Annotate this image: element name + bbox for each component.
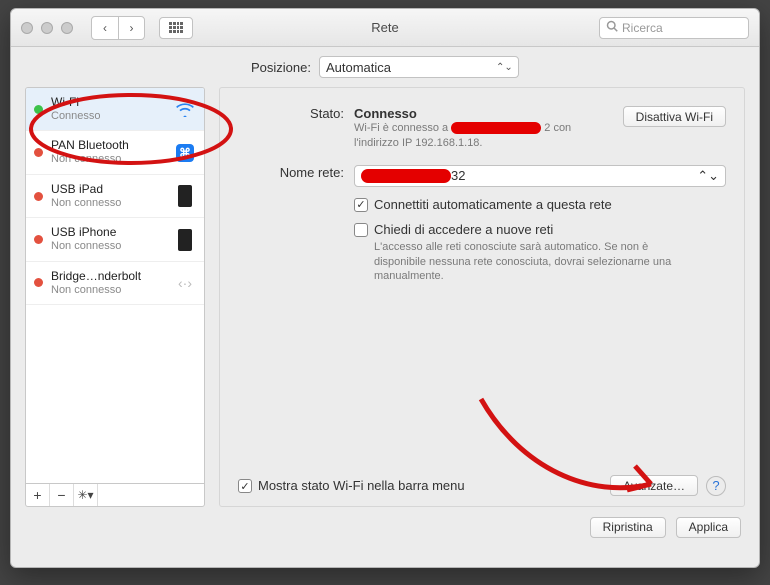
sidebar-item-wifi[interactable]: Wi-Fi Connesso xyxy=(26,88,204,131)
sidebar-footer: + − ✳▾ xyxy=(26,483,204,506)
turn-off-wifi-button[interactable]: Disattiva Wi-Fi xyxy=(623,106,726,127)
ask-to-join-description: L'accesso alle reti conosciute sarà auto… xyxy=(374,240,694,285)
window-controls xyxy=(21,22,73,34)
preferences-window: ‹ › Rete Ricerca Posizione: Automatica ⌃… xyxy=(10,8,760,568)
help-button[interactable]: ? xyxy=(706,476,726,496)
revert-button[interactable]: Ripristina xyxy=(590,517,666,538)
nav-back-forward: ‹ › xyxy=(91,16,145,40)
redacted-ssid xyxy=(451,122,541,134)
status-dot xyxy=(34,148,43,157)
network-name-suffix: 32 xyxy=(451,168,465,183)
status-value: Connesso xyxy=(354,106,615,121)
sidebar-item-usb-ipad[interactable]: USB iPad Non connesso xyxy=(26,175,204,218)
minimize-window[interactable] xyxy=(41,22,53,34)
main-area: Wi-Fi Connesso PAN Bluetooth Non conness… xyxy=(11,87,759,507)
show-wifi-status-checkbox[interactable]: Mostra stato Wi-Fi nella barra menu xyxy=(238,478,465,493)
checkbox-icon xyxy=(354,223,368,237)
search-field[interactable]: Ricerca xyxy=(599,17,749,39)
sidebar-item-pan-bluetooth[interactable]: PAN Bluetooth Non connesso ⌘ xyxy=(26,131,204,174)
location-label: Posizione: xyxy=(251,60,311,75)
status-dot xyxy=(34,278,43,287)
status-dot xyxy=(34,235,43,244)
nav-back[interactable]: ‹ xyxy=(92,17,118,39)
device-icon xyxy=(174,229,196,251)
wifi-icon xyxy=(174,98,196,120)
auto-join-label: Connettiti automaticamente a questa rete xyxy=(374,197,612,212)
detail-panel: Stato: Connesso Wi-Fi è connesso a 2 con… xyxy=(219,87,745,507)
chevron-updown-icon: ⌃⌄ xyxy=(697,168,719,184)
sidebar-item-sub: Non connesso xyxy=(51,153,166,166)
nav-forward[interactable]: › xyxy=(118,17,144,39)
auto-join-checkbox[interactable]: Connettiti automaticamente a questa rete xyxy=(354,197,612,212)
interfaces-sidebar: Wi-Fi Connesso PAN Bluetooth Non conness… xyxy=(25,87,205,507)
chevron-updown-icon: ⌃⌄ xyxy=(496,62,512,73)
network-name-label: Nome rete: xyxy=(238,165,354,187)
status-dot xyxy=(34,192,43,201)
sidebar-item-sub: Non connesso xyxy=(51,240,166,253)
sidebar-item-label: Wi-Fi xyxy=(51,96,166,110)
sidebar-item-label: USB iPad xyxy=(51,183,166,197)
titlebar: ‹ › Rete Ricerca xyxy=(11,9,759,47)
sidebar-item-sub: Non connesso xyxy=(51,197,166,210)
show-wifi-status-label: Mostra stato Wi-Fi nella barra menu xyxy=(258,478,465,493)
redacted-network-name xyxy=(361,169,451,183)
location-value: Automatica xyxy=(326,60,391,75)
device-icon xyxy=(174,185,196,207)
search-placeholder: Ricerca xyxy=(622,21,663,35)
sidebar-item-sub: Non connesso xyxy=(51,284,166,297)
apply-button[interactable]: Applica xyxy=(676,517,741,538)
sidebar-item-label: USB iPhone xyxy=(51,226,166,240)
bluetooth-icon: ⌘ xyxy=(174,142,196,164)
grid-icon xyxy=(169,22,183,34)
close-window[interactable] xyxy=(21,22,33,34)
checkmark-icon xyxy=(354,198,368,212)
bottom-bar: Ripristina Applica xyxy=(11,507,759,547)
add-interface-button[interactable]: + xyxy=(26,484,50,506)
ask-to-join-label: Chiedi di accedere a nuove reti xyxy=(374,222,553,237)
show-all-button[interactable] xyxy=(159,17,193,39)
sidebar-item-thunderbolt-bridge[interactable]: Bridge…nderbolt Non connesso ‹·› xyxy=(26,262,204,305)
sidebar-item-label: PAN Bluetooth xyxy=(51,139,166,153)
sidebar-item-usb-iphone[interactable]: USB iPhone Non connesso xyxy=(26,218,204,261)
checkmark-icon xyxy=(238,479,252,493)
actions-menu-button[interactable]: ✳▾ xyxy=(74,484,98,506)
bridge-icon: ‹·› xyxy=(174,272,196,294)
advanced-button[interactable]: Avanzate… xyxy=(610,475,698,496)
network-name-select[interactable]: 32 ⌃⌄ xyxy=(354,165,726,187)
zoom-window[interactable] xyxy=(61,22,73,34)
ask-to-join-checkbox[interactable]: Chiedi di accedere a nuove reti xyxy=(354,222,726,237)
search-icon xyxy=(606,20,618,35)
location-select[interactable]: Automatica ⌃⌄ xyxy=(319,56,519,78)
remove-interface-button[interactable]: − xyxy=(50,484,74,506)
status-description: Wi-Fi è connesso a 2 con l'indirizzo IP … xyxy=(354,121,615,151)
status-dot xyxy=(34,105,43,114)
location-row: Posizione: Automatica ⌃⌄ xyxy=(11,47,759,87)
sidebar-item-label: Bridge…nderbolt xyxy=(51,270,166,284)
status-label: Stato: xyxy=(238,106,354,151)
sidebar-item-sub: Connesso xyxy=(51,110,166,123)
